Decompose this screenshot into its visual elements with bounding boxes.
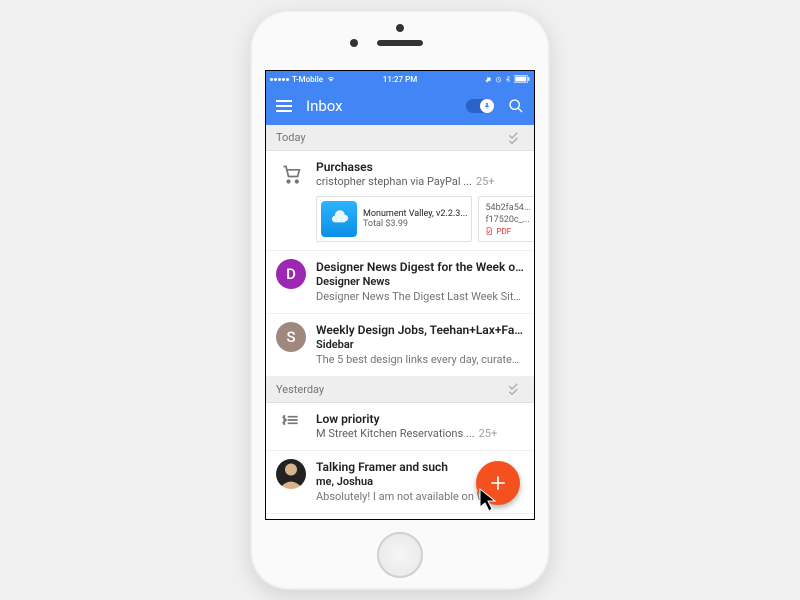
status-bar: T-Mobile 11:27 PM bbox=[266, 71, 534, 87]
attachment-app[interactable]: Monument Valley, v2.2.3... Total $3.99 bbox=[316, 196, 472, 242]
avatar bbox=[276, 459, 306, 489]
inbox-list[interactable]: Today Purchases cristopher stephan via P… bbox=[266, 125, 534, 519]
bundle-low-priority[interactable]: Low priority M Street Kitchen Reservatio… bbox=[266, 403, 534, 451]
email-sidebar[interactable]: S Weekly Design Jobs, Teehan+Lax+Fac... … bbox=[266, 314, 534, 377]
compose-fab[interactable] bbox=[476, 461, 520, 505]
screen: T-Mobile 11:27 PM Inbox bbox=[265, 70, 535, 520]
pin-toggle[interactable] bbox=[466, 99, 494, 113]
email-title: Designer News Digest for the Week of... bbox=[316, 259, 524, 275]
attachment-pdf[interactable]: 54b2fa54... f17520c_... PDF bbox=[478, 196, 534, 242]
pdf-name1: 54b2fa54... bbox=[485, 203, 531, 213]
pdf-icon bbox=[485, 227, 493, 235]
count-badge: 25+ bbox=[476, 175, 495, 188]
bundle-title: Purchases bbox=[316, 159, 524, 175]
search-icon[interactable] bbox=[508, 98, 524, 114]
bundle-title: Low priority bbox=[316, 411, 524, 427]
email-snippet: Designer News The Digest Last Week Site … bbox=[316, 290, 524, 305]
section-label: Yesterday bbox=[276, 383, 324, 396]
cloud-download-icon bbox=[321, 201, 357, 237]
attachment-cards: Monument Valley, v2.2.3... Total $3.99 5… bbox=[316, 196, 524, 242]
status-time: 11:27 PM bbox=[266, 75, 534, 84]
sweep-icon[interactable] bbox=[508, 383, 524, 395]
attachment-app-title: Monument Valley, v2.2.3... bbox=[363, 209, 467, 219]
cart-icon bbox=[276, 159, 306, 189]
lowpriority-icon bbox=[276, 411, 306, 442]
phone-frame: T-Mobile 11:27 PM Inbox bbox=[250, 10, 550, 590]
pdf-name2: f17520c_... bbox=[485, 215, 529, 225]
pdf-badge: PDF bbox=[485, 227, 511, 236]
avatar: D bbox=[276, 259, 306, 289]
email-from: Designer News bbox=[316, 275, 524, 290]
plus-icon bbox=[488, 473, 508, 493]
phone-sensor bbox=[350, 39, 358, 47]
pin-icon bbox=[483, 102, 491, 110]
attachment-app-sub: Total $3.99 bbox=[363, 219, 467, 229]
section-label: Today bbox=[276, 131, 306, 144]
home-button[interactable] bbox=[377, 532, 423, 578]
count-badge: 25+ bbox=[479, 427, 498, 440]
phone-speaker bbox=[377, 40, 423, 46]
sweep-icon[interactable] bbox=[508, 132, 524, 144]
avatar: S bbox=[276, 322, 306, 352]
bundle-from: cristopher stephan via PayPal ...25+ bbox=[316, 175, 524, 190]
section-header-yesterday: Yesterday bbox=[266, 377, 534, 403]
bundle-from: M Street Kitchen Reservations ...25+ bbox=[316, 427, 524, 442]
bundle-purchases[interactable]: Purchases cristopher stephan via PayPal … bbox=[266, 151, 534, 251]
email-snippet: The 5 best design links every day, curat… bbox=[316, 353, 524, 368]
email-designer-news[interactable]: D Designer News Digest for the Week of..… bbox=[266, 251, 534, 314]
section-header-today: Today bbox=[266, 125, 534, 151]
phone-camera bbox=[396, 24, 404, 32]
email-title: Weekly Design Jobs, Teehan+Lax+Fac... bbox=[316, 322, 524, 338]
app-bar: Inbox bbox=[266, 87, 534, 125]
app-title: Inbox bbox=[306, 97, 452, 115]
email-from: Sidebar bbox=[316, 338, 524, 353]
menu-icon[interactable] bbox=[276, 100, 292, 112]
